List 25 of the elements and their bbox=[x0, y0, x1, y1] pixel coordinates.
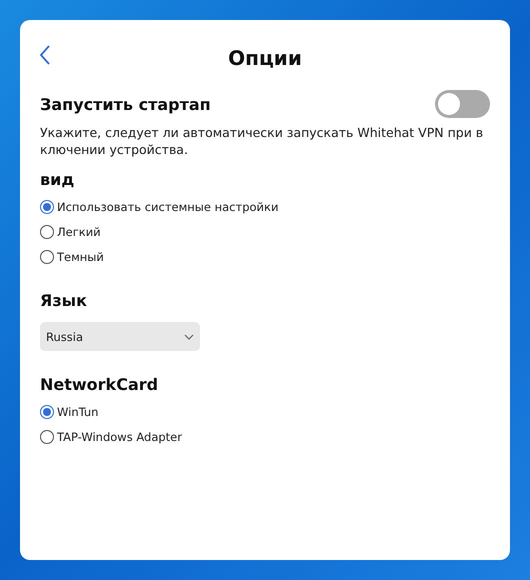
radio-label: Использовать системные настройки bbox=[57, 200, 278, 214]
radio-option[interactable]: WinTun bbox=[40, 402, 490, 422]
radio-button[interactable] bbox=[40, 225, 54, 239]
radio-option[interactable]: Использовать системные настройки bbox=[40, 197, 490, 217]
radio-label: Темный bbox=[57, 250, 104, 264]
back-chevron-icon bbox=[38, 44, 52, 66]
radio-label: Легкий bbox=[57, 225, 101, 239]
radio-label: TAP-Windows Adapter bbox=[57, 430, 182, 444]
radio-option[interactable]: Легкий bbox=[40, 222, 490, 242]
radio-button[interactable] bbox=[40, 200, 54, 214]
startup-toggle[interactable] bbox=[435, 90, 490, 118]
section-heading: Язык bbox=[40, 291, 88, 310]
section-heading: Запустить стартап bbox=[40, 94, 211, 114]
section-heading: вид bbox=[40, 170, 76, 189]
radio-button[interactable] bbox=[40, 430, 54, 444]
radio-label: WinTun bbox=[57, 405, 98, 419]
chevron-down-icon bbox=[184, 334, 194, 340]
radio-option[interactable]: Темный bbox=[40, 247, 490, 267]
window-title: Опции bbox=[228, 46, 302, 70]
radio-option[interactable]: TAP-Windows Adapter bbox=[40, 427, 490, 447]
radio-button[interactable] bbox=[40, 405, 54, 419]
language-dropdown[interactable]: Russia bbox=[40, 322, 200, 351]
radio-button[interactable] bbox=[40, 250, 54, 264]
section-heading: NetworkCard bbox=[40, 375, 160, 394]
description-text: Укажите, следует ли автоматически запускать Whitehat VPN при включении устройства. bbox=[40, 124, 484, 158]
